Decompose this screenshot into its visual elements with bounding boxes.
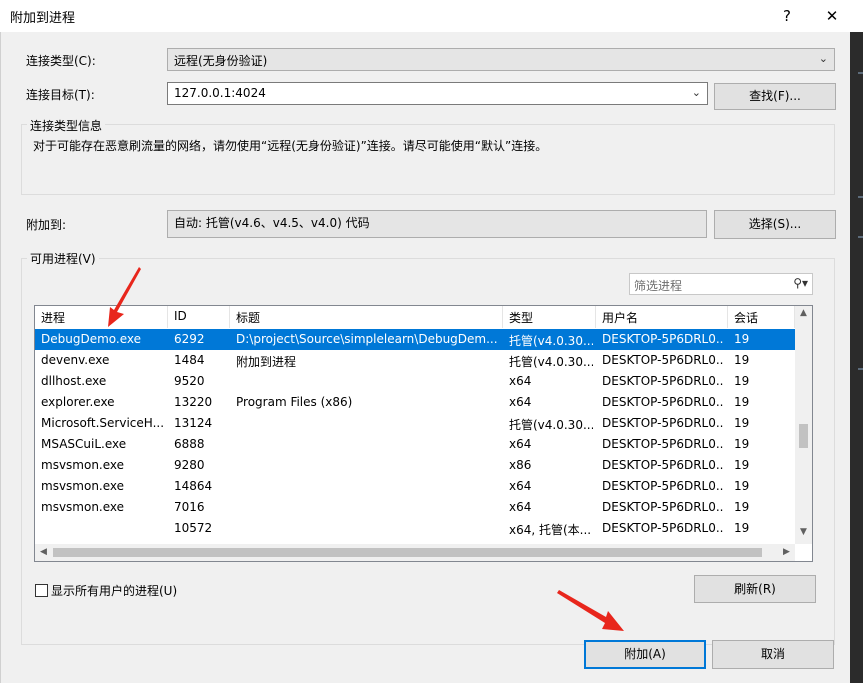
annotation-arrow-process-column-icon — [108, 267, 141, 327]
annotation-arrow-attach-button-icon — [557, 590, 624, 631]
annotation-arrows — [108, 267, 624, 631]
